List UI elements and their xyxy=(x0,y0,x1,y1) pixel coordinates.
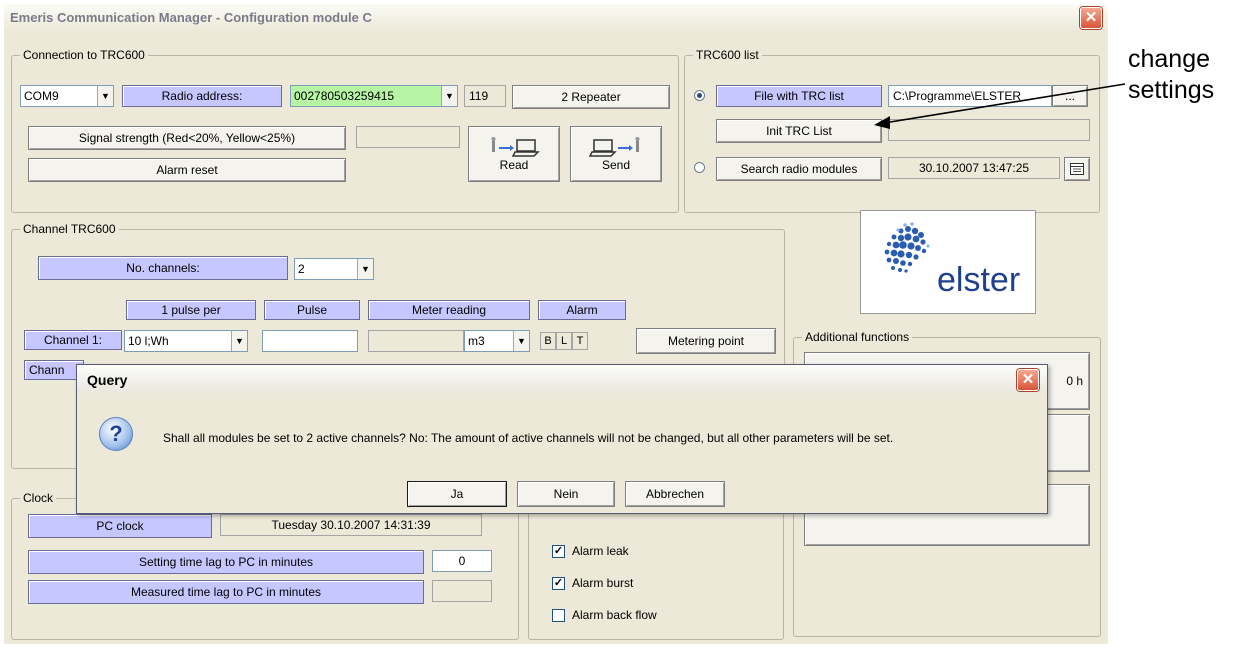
pc-clock-label: PC clock xyxy=(28,514,212,538)
channel2-label: Chann xyxy=(24,360,84,380)
alarm-back-flow-checkbox[interactable] xyxy=(552,609,565,622)
read-icon xyxy=(491,137,540,157)
send-icon xyxy=(588,137,640,157)
radio-address-label: Radio address: xyxy=(122,85,282,107)
alarm-reset-button[interactable]: Alarm reset xyxy=(28,158,346,182)
pc-clock-value: Tuesday 30.10.2007 14:31:39 xyxy=(220,514,482,536)
chevron-down-icon: ▼ xyxy=(357,259,373,279)
pulse-header: Pulse xyxy=(264,300,360,320)
cancel-button[interactable]: Abbrechen xyxy=(625,481,725,507)
search-radio-modules-button[interactable]: Search radio modules xyxy=(716,157,882,181)
channel1-label: Channel 1: xyxy=(24,330,122,350)
elster-logo-text: elster xyxy=(937,261,1021,299)
num-channels-value: 2 xyxy=(298,262,305,276)
close-icon[interactable]: ✕ xyxy=(1080,7,1102,29)
dialog-close-icon[interactable]: ✕ xyxy=(1017,369,1039,391)
chevron-down-icon: ▼ xyxy=(231,331,247,351)
setting-lag-label: Setting time lag to PC in minutes xyxy=(28,550,424,574)
annotation-arrow xyxy=(874,83,1126,129)
alarm-burst-checkbox[interactable]: ✓ xyxy=(552,577,565,590)
alarm-b-toggle[interactable]: B xyxy=(540,332,556,350)
search-radio[interactable] xyxy=(694,162,705,173)
calendar-icon xyxy=(1070,163,1084,175)
alarm-leak-checkbox[interactable]: ✓ xyxy=(552,545,565,558)
channel1-meter-unit-value: m3 xyxy=(468,334,485,348)
calendar-button[interactable] xyxy=(1064,157,1090,181)
alarm-t-toggle[interactable]: T xyxy=(572,332,588,350)
dialog-title-bar: Query ✕ xyxy=(77,365,1047,393)
alarm-l-toggle[interactable]: L xyxy=(556,332,572,350)
file-with-trc-list-button[interactable]: File with TRC list xyxy=(716,85,882,107)
num-channels-label: No. channels: xyxy=(38,256,288,280)
num-channels-select[interactable]: 2 ▼ xyxy=(294,258,374,280)
send-button[interactable]: Send xyxy=(570,126,662,182)
address-code: 119 xyxy=(464,85,506,107)
read-label: Read xyxy=(499,158,529,172)
alarm-leak-label: Alarm leak xyxy=(572,544,629,558)
window-title: Emeris Communication Manager - Configura… xyxy=(10,10,372,25)
pulse-per-header: 1 pulse per xyxy=(126,300,256,320)
dialog-message: Shall all modules be set to 2 active cha… xyxy=(163,431,894,445)
alarm-burst-label: Alarm burst xyxy=(572,576,634,590)
chevron-down-icon: ▼ xyxy=(513,331,529,351)
elster-logo: elster xyxy=(860,210,1036,314)
read-button[interactable]: Read xyxy=(468,126,560,182)
annotation-line2: settings xyxy=(1128,76,1215,104)
init-trc-list-button[interactable]: Init TRC List xyxy=(716,119,882,143)
connection-group-label: Connection to TRC600 xyxy=(20,48,148,62)
dialog-title: Query xyxy=(87,372,128,388)
alarm-back-flow-label: Alarm back flow xyxy=(572,608,657,622)
additional-functions-label: Additional functions xyxy=(802,330,913,344)
radio-address-select[interactable]: 002780503259415 ▼ xyxy=(290,85,458,107)
query-dialog: Query ✕ ? Shall all modules be set to 2 … xyxy=(76,364,1048,514)
send-label: Send xyxy=(601,158,631,172)
channel1-meter-unit-select[interactable]: m3 ▼ xyxy=(464,330,530,352)
title-bar: Emeris Communication Manager - Configura… xyxy=(4,4,1108,32)
channel1-unit-value: 10 l;Wh xyxy=(128,334,169,348)
com-port-value: COM9 xyxy=(24,89,59,103)
measured-lag-value xyxy=(432,580,492,602)
channel-group-label: Channel TRC600 xyxy=(20,222,119,236)
annotation-line1: change xyxy=(1128,45,1211,73)
file-radio[interactable] xyxy=(694,90,705,101)
channel1-unit-select[interactable]: 10 l;Wh ▼ xyxy=(124,330,248,352)
radio-address-value: 002780503259415 xyxy=(294,89,395,103)
measured-lag-label: Measured time lag to PC in minutes xyxy=(28,580,424,604)
yes-button[interactable]: Ja xyxy=(407,481,507,507)
metering-point-button[interactable]: Metering point xyxy=(636,328,776,354)
question-icon: ? xyxy=(99,417,133,451)
signal-strength-button[interactable]: Signal strength (Red<20%, Yellow<25%) xyxy=(28,126,346,150)
alarm-header: Alarm xyxy=(538,300,626,320)
clock-group-label: Clock xyxy=(20,491,57,505)
trc-list-group-label: TRC600 list xyxy=(693,48,762,62)
annotation-text: change settings xyxy=(1128,44,1214,106)
additional-button-1-text: 0 h xyxy=(1066,374,1083,388)
chevron-down-icon: ▼ xyxy=(97,86,113,106)
repeater-button[interactable]: 2 Repeater xyxy=(512,85,670,109)
meter-reading-header: Meter reading xyxy=(368,300,530,320)
channel1-pulse-field[interactable] xyxy=(262,330,358,352)
channel1-meter-reading xyxy=(368,330,464,352)
com-port-select[interactable]: COM9 ▼ xyxy=(20,85,114,107)
search-timestamp: 30.10.2007 13:47:25 xyxy=(888,157,1060,179)
signal-strength-display xyxy=(356,126,460,148)
chevron-down-icon: ▼ xyxy=(441,86,457,106)
no-button[interactable]: Nein xyxy=(517,481,615,507)
setting-lag-field[interactable]: 0 xyxy=(432,550,492,572)
